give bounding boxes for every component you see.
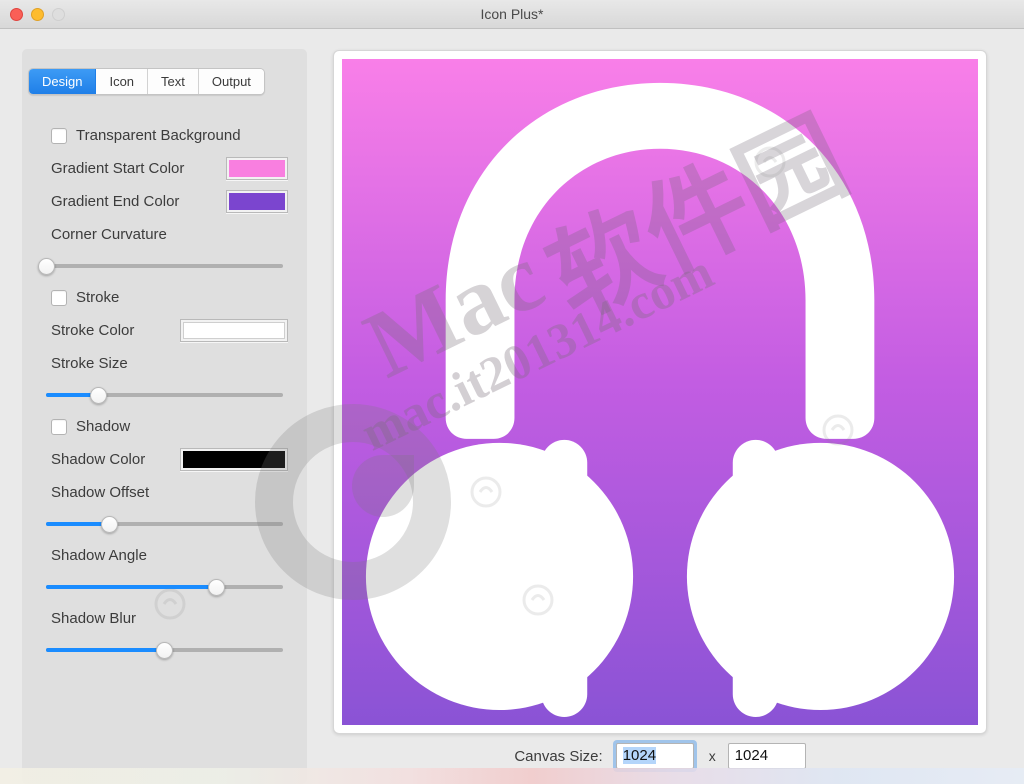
- row-shadow[interactable]: Shadow: [22, 410, 307, 443]
- row-gradient-start-color: Gradient Start Color: [22, 152, 307, 185]
- row-corner-curvature: Corner Curvature: [22, 218, 307, 251]
- shadow-color-fill: [183, 451, 285, 468]
- row-stroke-size: Stroke Size: [22, 347, 307, 380]
- corner-curvature-label: Corner Curvature: [51, 226, 167, 243]
- shadow-blur-fill: [46, 648, 165, 652]
- shadow-color-label: Shadow Color: [51, 451, 146, 468]
- transparent-background-label: Transparent Background: [76, 127, 241, 144]
- icon-preview-frame[interactable]: [333, 50, 987, 734]
- app-window: Icon Plus* Design Icon Text Output Trans…: [0, 0, 1024, 784]
- tab-icon[interactable]: Icon: [96, 69, 149, 94]
- canvas-height-input[interactable]: 1024: [727, 743, 806, 769]
- title-bar: Icon Plus*: [0, 0, 1024, 29]
- icon-preview-svg: [342, 59, 978, 725]
- tab-design[interactable]: Design: [29, 69, 97, 94]
- stroke-color-label: Stroke Color: [51, 322, 135, 339]
- shadow-angle-fill: [46, 585, 217, 589]
- gradient-start-color-label: Gradient Start Color: [51, 160, 185, 177]
- stroke-size-thumb[interactable]: [89, 386, 107, 404]
- design-controls: Transparent Background Gradient Start Co…: [22, 119, 307, 665]
- gradient-start-color-fill: [229, 160, 285, 177]
- tab-output[interactable]: Output: [198, 69, 264, 94]
- shadow-offset-slider[interactable]: [22, 509, 307, 539]
- shadow-blur-label: Shadow Blur: [51, 610, 137, 627]
- gradient-end-color-fill: [229, 193, 285, 210]
- tab-text[interactable]: Text: [148, 69, 199, 94]
- row-shadow-color: Shadow Color: [22, 443, 307, 476]
- transparent-background-checkbox[interactable]: [51, 127, 67, 144]
- window-title: Icon Plus*: [480, 6, 544, 22]
- shadow-color-swatch[interactable]: [180, 448, 288, 471]
- canvas-size-separator: x: [708, 748, 716, 764]
- stroke-color-swatch[interactable]: [180, 319, 288, 342]
- row-stroke[interactable]: Stroke: [22, 281, 307, 314]
- content-area: Design Icon Text Output Transparent Back…: [0, 29, 1024, 784]
- row-stroke-color: Stroke Color: [22, 314, 307, 347]
- stroke-size-track[interactable]: [46, 386, 283, 404]
- corner-curvature-thumb[interactable]: [37, 257, 55, 275]
- row-shadow-offset: Shadow Offset: [22, 476, 307, 509]
- footer-color-strip: [0, 768, 1024, 784]
- shadow-checkbox[interactable]: [51, 418, 67, 435]
- shadow-blur-slider[interactable]: [22, 635, 307, 665]
- row-shadow-angle: Shadow Angle: [22, 539, 307, 572]
- stroke-size-slider[interactable]: [22, 380, 307, 410]
- shadow-angle-thumb[interactable]: [208, 578, 226, 596]
- corner-curvature-slider[interactable]: [22, 251, 307, 281]
- shadow-angle-label: Shadow Angle: [51, 547, 147, 564]
- canvas-width-input[interactable]: 1024: [615, 743, 694, 769]
- canvas-size-label: Canvas Size:: [514, 747, 603, 765]
- gradient-end-color-swatch[interactable]: [226, 190, 288, 213]
- shadow-blur-thumb[interactable]: [156, 641, 173, 659]
- row-gradient-end-color: Gradient End Color: [22, 185, 307, 218]
- shadow-offset-fill: [46, 522, 110, 526]
- stroke-checkbox[interactable]: [51, 289, 67, 306]
- shadow-angle-slider[interactable]: [22, 572, 307, 602]
- stroke-size-label: Stroke Size: [51, 355, 128, 372]
- corner-curvature-track[interactable]: [37, 257, 283, 275]
- shadow-angle-track[interactable]: [46, 578, 283, 596]
- stroke-color-fill: [183, 322, 285, 339]
- stroke-label: Stroke: [76, 289, 120, 306]
- gradient-end-color-label: Gradient End Color: [51, 193, 180, 210]
- shadow-offset-track[interactable]: [46, 515, 283, 533]
- shadow-offset-label: Shadow Offset: [51, 484, 150, 501]
- canvas-width-value: 1024: [622, 747, 657, 764]
- shadow-label: Shadow: [76, 418, 131, 435]
- row-shadow-blur: Shadow Blur: [22, 602, 307, 635]
- icon-preview-canvas[interactable]: [342, 59, 978, 725]
- row-transparent-background[interactable]: Transparent Background: [22, 119, 307, 152]
- tab-bar: Design Icon Text Output: [28, 68, 265, 95]
- gradient-start-color-swatch[interactable]: [226, 157, 288, 180]
- shadow-offset-thumb[interactable]: [101, 515, 119, 533]
- shadow-blur-track[interactable]: [46, 641, 283, 659]
- design-sidebar: Design Icon Text Output Transparent Back…: [22, 49, 307, 784]
